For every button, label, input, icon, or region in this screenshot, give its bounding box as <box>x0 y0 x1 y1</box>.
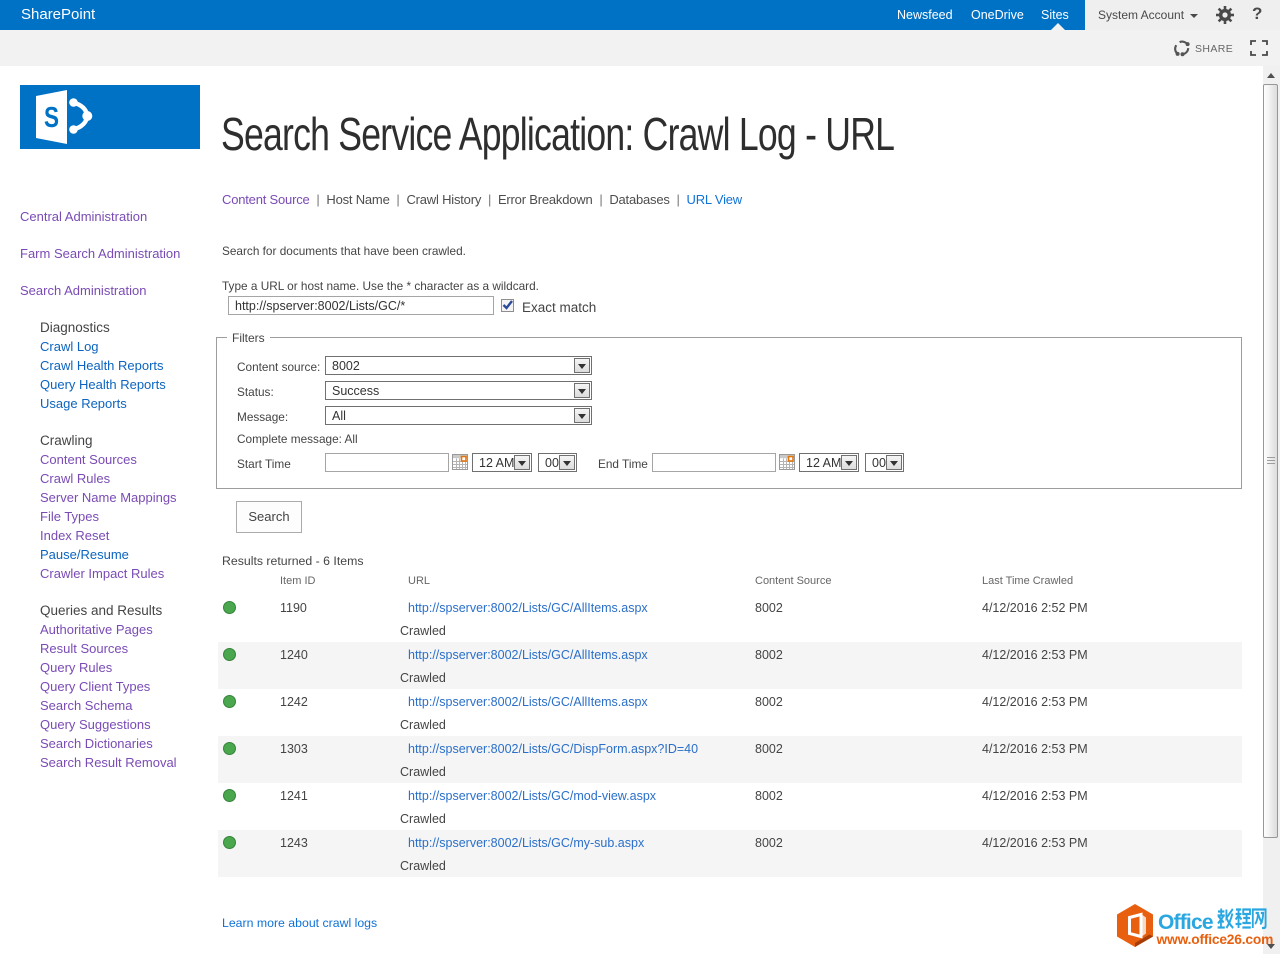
svg-text:Office: Office <box>1158 911 1213 934</box>
svg-text:S: S <box>44 102 59 134</box>
svg-text:www.office26.com: www.office26.com <box>1156 932 1274 947</box>
